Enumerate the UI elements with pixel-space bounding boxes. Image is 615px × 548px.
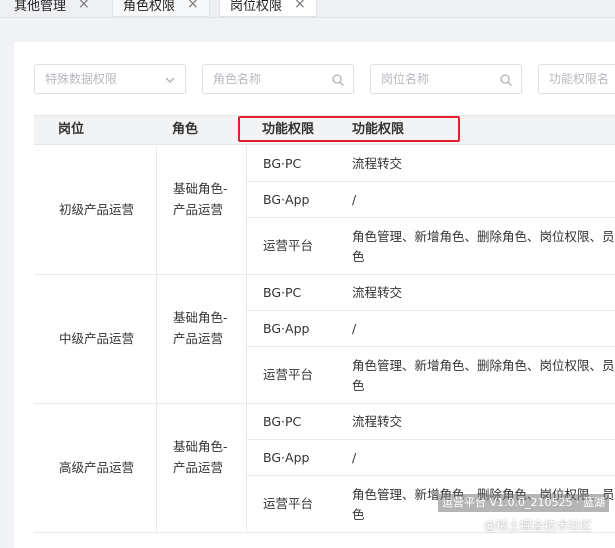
role-cell: 基础角色-产品运营	[157, 146, 247, 274]
close-icon[interactable]: ×	[187, 0, 199, 12]
content-card: 特殊数据权限 角色名称 岗位名称 功能权限名 岗位 角色 功能权限 功能权限 初…	[14, 42, 615, 548]
table-row: BG·PC 流程转交	[247, 404, 615, 440]
tab-role-permission[interactable]: 角色权限 ×	[112, 0, 210, 17]
table-row-group: 初级产品运营 基础角色-产品运营 BG·PC 流程转交 BG·App / 运营平…	[34, 146, 615, 275]
position-cell: 中级产品运营	[34, 275, 157, 403]
tab-label: 其他管理	[14, 0, 67, 14]
permission-list: 角色管理、新增角色、删除角色、岗位权限、员角色	[352, 229, 615, 264]
permission-list: 流程转交	[352, 285, 403, 300]
table-row: BG·App /	[247, 182, 615, 218]
annotation-highlight-box	[238, 116, 460, 142]
role-name: 基础角色-产品运营	[173, 439, 228, 475]
position-name: 初级产品运营	[59, 202, 135, 217]
tab-position-permission[interactable]: 岗位权限 ×	[219, 0, 317, 17]
role-name-search-input[interactable]: 角色名称	[202, 64, 354, 94]
community-watermark: @稀土掘金技术社区	[484, 519, 593, 533]
platform-label: 运营平台	[263, 496, 314, 511]
close-icon[interactable]: ×	[294, 0, 306, 12]
table-row-group: 中级产品运营 基础角色-产品运营 BG·PC 流程转交 BG·App / 运营平…	[34, 275, 615, 404]
position-name: 高级产品运营	[59, 460, 135, 475]
input-placeholder: 角色名称	[213, 72, 262, 86]
role-cell: 基础角色-产品运营	[157, 275, 247, 403]
role-cell: 基础角色-产品运营	[157, 404, 247, 532]
search-icon[interactable]	[499, 72, 513, 91]
search-icon[interactable]	[331, 72, 345, 91]
permission-list: 流程转交	[352, 414, 403, 429]
permission-list: /	[352, 321, 357, 336]
tab-other-management[interactable]: 其他管理 ×	[14, 0, 90, 16]
position-cell: 高级产品运营	[34, 404, 157, 532]
permission-list: /	[352, 192, 357, 207]
input-placeholder: 功能权限名	[549, 72, 610, 86]
version-watermark: 运营平台 V1.0.0_210525 · 蓝湖	[438, 494, 609, 512]
role-name: 基础角色-产品运营	[173, 181, 228, 217]
position-cell: 初级产品运营	[34, 146, 157, 274]
chevron-down-icon	[163, 72, 177, 91]
permission-list: 角色管理、新增角色、删除角色、岗位权限、员角色	[352, 358, 615, 393]
permission-list: 流程转交	[352, 156, 403, 171]
position-name-search-input[interactable]: 岗位名称	[370, 64, 522, 94]
platform-label: BG·App	[263, 450, 310, 465]
position-name: 中级产品运营	[59, 331, 135, 346]
function-permission-search-input[interactable]: 功能权限名	[538, 64, 615, 94]
tab-label: 岗位权限	[230, 0, 283, 14]
role-name: 基础角色-产品运营	[173, 310, 228, 346]
close-icon[interactable]: ×	[78, 0, 90, 12]
table-row: BG·App /	[247, 440, 615, 476]
platform-label: BG·PC	[263, 414, 302, 429]
platform-label: 运营平台	[263, 367, 314, 382]
table-row: BG·PC 流程转交	[247, 146, 615, 182]
platform-label: BG·PC	[263, 156, 302, 171]
table-row: 运营平台 角色管理、新增角色、删除角色、岗位权限、员角色	[247, 347, 615, 403]
platform-label: 运营平台	[263, 238, 314, 253]
table-row: BG·PC 流程转交	[247, 275, 615, 311]
platform-label: BG·App	[263, 192, 310, 207]
tab-bar: 其他管理 × 角色权限 × 岗位权限 ×	[0, 0, 615, 18]
column-header-role: 角色	[172, 122, 199, 137]
permission-list: /	[352, 450, 357, 465]
input-placeholder: 岗位名称	[381, 72, 430, 86]
platform-label: BG·App	[263, 321, 310, 336]
special-data-permission-select[interactable]: 特殊数据权限	[34, 64, 186, 94]
table-row-group: 高级产品运营 基础角色-产品运营 BG·PC 流程转交 BG·App / 运营平…	[34, 404, 615, 533]
platform-label: BG·PC	[263, 285, 302, 300]
table-row: BG·App /	[247, 311, 615, 347]
column-header-position: 岗位	[58, 122, 85, 137]
tab-label: 角色权限	[123, 0, 176, 14]
select-placeholder: 特殊数据权限	[45, 72, 118, 86]
table-row: 运营平台 角色管理、新增角色、删除角色、岗位权限、员角色	[247, 218, 615, 274]
